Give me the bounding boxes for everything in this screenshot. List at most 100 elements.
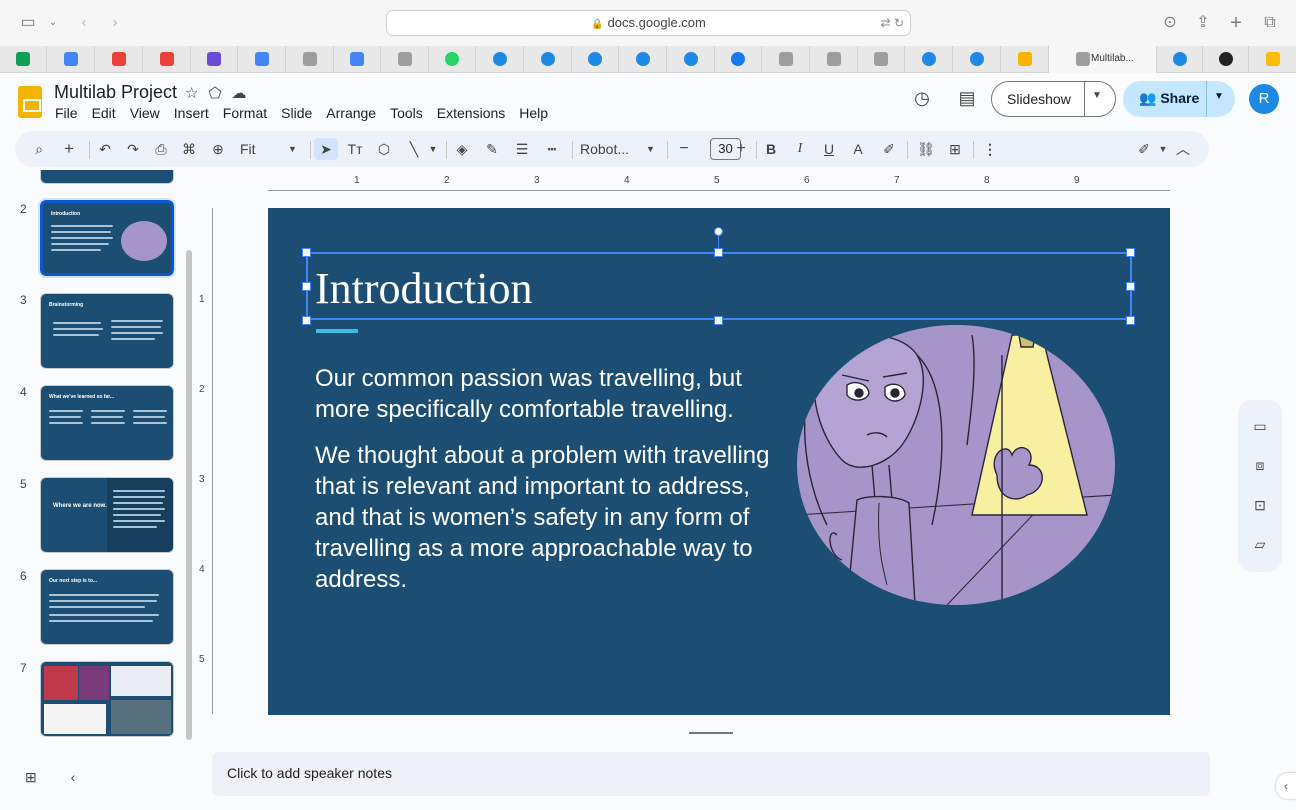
slide-thumb-3[interactable]: Brainstorming	[40, 293, 174, 369]
resize-handle[interactable]	[302, 248, 311, 257]
border-dash-icon[interactable]: ┅	[541, 138, 563, 160]
downloads-icon[interactable]: ⊙	[1159, 12, 1181, 34]
resize-handle[interactable]	[714, 316, 723, 325]
tab-c-5[interactable]	[667, 46, 715, 73]
line-icon[interactable]: ╲	[403, 138, 425, 160]
zoom-icon[interactable]: ⊕	[208, 138, 228, 160]
resize-handle[interactable]	[714, 248, 723, 257]
tab-g-2[interactable]	[381, 46, 429, 73]
paint-format-icon[interactable]: ⌘	[179, 138, 199, 160]
slide-canvas[interactable]: Introduction Our common passion was trav…	[268, 208, 1170, 715]
slideshow-dropdown-icon[interactable]: ▼	[1092, 90, 1102, 101]
print-icon[interactable]: ⎙	[151, 138, 171, 160]
resize-handle[interactable]	[302, 316, 311, 325]
rotate-handle[interactable]	[714, 227, 723, 236]
share-button[interactable]: 👥 Share ▼	[1123, 81, 1235, 117]
tab-c-7[interactable]	[953, 46, 1001, 73]
menu-extensions[interactable]: Extensions	[437, 105, 505, 121]
share-page-icon[interactable]: ⇪	[1192, 12, 1214, 34]
filmstrip-scrollbar[interactable]	[186, 250, 192, 740]
more-icon[interactable]: ⋮	[980, 138, 1000, 160]
tab-c-6[interactable]	[905, 46, 953, 73]
border-color-icon[interactable]: ✎	[481, 138, 503, 160]
tab-slides[interactable]	[1001, 46, 1049, 73]
contacts-icon[interactable]: ⊡	[1250, 497, 1270, 517]
text-box-icon[interactable]: Tт	[344, 138, 366, 160]
slide-thumb-2[interactable]: Introduction	[38, 198, 176, 278]
menu-help[interactable]: Help	[519, 105, 548, 121]
doc-title[interactable]: Multilab Project	[54, 82, 177, 103]
redo-icon[interactable]: ↷	[123, 138, 143, 160]
decrease-font-icon[interactable]: −	[674, 138, 694, 160]
menu-edit[interactable]: Edit	[92, 105, 116, 121]
body-text-box[interactable]: Our common passion was travelling, but m…	[315, 363, 795, 610]
link-icon[interactable]: ⛓	[915, 138, 937, 160]
new-tab-icon[interactable]: +	[1225, 12, 1247, 34]
reload-icon[interactable]: ↻	[894, 16, 904, 30]
comments-icon[interactable]: ▤	[955, 88, 979, 110]
menu-arrange[interactable]: Arrange	[326, 105, 376, 121]
version-history-icon[interactable]: ◷	[910, 88, 934, 110]
undo-icon[interactable]: ↶	[95, 138, 115, 160]
tab-g-3[interactable]	[810, 46, 858, 73]
tab-facebook[interactable]	[715, 46, 762, 73]
tab-docs-2[interactable]	[334, 46, 381, 73]
tab-g-1[interactable]	[286, 46, 334, 73]
underline-icon[interactable]: U	[819, 138, 839, 160]
highlight-icon[interactable]: ✐	[879, 138, 899, 160]
tasks-icon[interactable]: ⧈	[1250, 457, 1270, 477]
keep-icon[interactable]: ▭	[1250, 418, 1270, 438]
menu-tools[interactable]: Tools	[390, 105, 423, 121]
increase-font-icon[interactable]: +	[731, 138, 751, 160]
tab-t[interactable]	[762, 46, 810, 73]
resize-handle[interactable]	[1126, 248, 1135, 257]
slide-thumb-7[interactable]	[40, 661, 174, 737]
tab-c-1[interactable]	[476, 46, 524, 73]
menu-slide[interactable]: Slide	[281, 105, 312, 121]
bold-icon[interactable]: B	[761, 138, 781, 160]
search-menus-icon[interactable]: ⌕	[28, 138, 50, 160]
resize-handle[interactable]	[302, 282, 311, 291]
tab-c-8[interactable]	[1157, 46, 1203, 73]
editing-mode-dropdown-icon[interactable]: ▼	[1157, 138, 1169, 160]
tab-c-4[interactable]	[619, 46, 667, 73]
share-dropdown-icon[interactable]: ▼	[1214, 91, 1224, 102]
text-color-icon[interactable]: A	[848, 138, 868, 160]
collapse-filmstrip-icon[interactable]: ‹	[71, 769, 76, 785]
editing-mode-icon[interactable]: ✐	[1133, 138, 1155, 160]
avatar[interactable]: R	[1249, 84, 1279, 114]
cartoon-illustration[interactable]	[797, 325, 1116, 605]
collapse-toolbar-icon[interactable]: ︿	[1173, 138, 1193, 160]
selection-box[interactable]	[306, 252, 1132, 320]
forward-icon[interactable]: ›	[104, 12, 126, 34]
italic-icon[interactable]: I	[790, 138, 810, 160]
tab-c-3[interactable]	[572, 46, 619, 73]
add-comment-icon[interactable]: ⊞	[944, 138, 966, 160]
new-slide-icon[interactable]: +	[58, 138, 80, 160]
menu-format[interactable]: Format	[223, 105, 267, 121]
slide-thumb-1[interactable]	[40, 170, 174, 184]
notes-resize-handle[interactable]	[689, 732, 733, 734]
tab-calendar[interactable]	[47, 46, 95, 73]
menu-insert[interactable]: Insert	[174, 105, 209, 121]
tab-openai[interactable]	[1203, 46, 1249, 73]
select-tool-icon[interactable]: ➤	[314, 138, 338, 160]
star-icon[interactable]: ☆	[185, 85, 198, 102]
tab-g-4[interactable]	[858, 46, 905, 73]
slide-thumb-5[interactable]: Where we are now...	[40, 477, 174, 553]
move-icon[interactable]: ⬠	[208, 85, 221, 102]
chevron-down-icon[interactable]: ⌄	[42, 12, 64, 34]
shape-icon[interactable]: ⬡	[373, 138, 395, 160]
sidebar-toggle-icon[interactable]: ▭	[17, 12, 39, 34]
folder-icon[interactable]: ▱	[1250, 536, 1270, 556]
address-bar[interactable]: 🔒 docs.google.com ⇄ ↻	[386, 10, 911, 36]
line-dropdown-icon[interactable]: ▼	[428, 138, 438, 160]
tab-drive[interactable]	[1249, 46, 1296, 73]
border-weight-icon[interactable]: ☰	[511, 138, 533, 160]
tab-gmail-1[interactable]	[95, 46, 143, 73]
tab-sheets[interactable]	[0, 46, 47, 73]
slideshow-button[interactable]: Slideshow ▼	[991, 81, 1116, 117]
tab-whatsapp[interactable]	[429, 46, 476, 73]
slide-thumb-6[interactable]: Our next step is to...	[40, 569, 174, 645]
grid-view-icon[interactable]: ⊞	[25, 769, 37, 785]
